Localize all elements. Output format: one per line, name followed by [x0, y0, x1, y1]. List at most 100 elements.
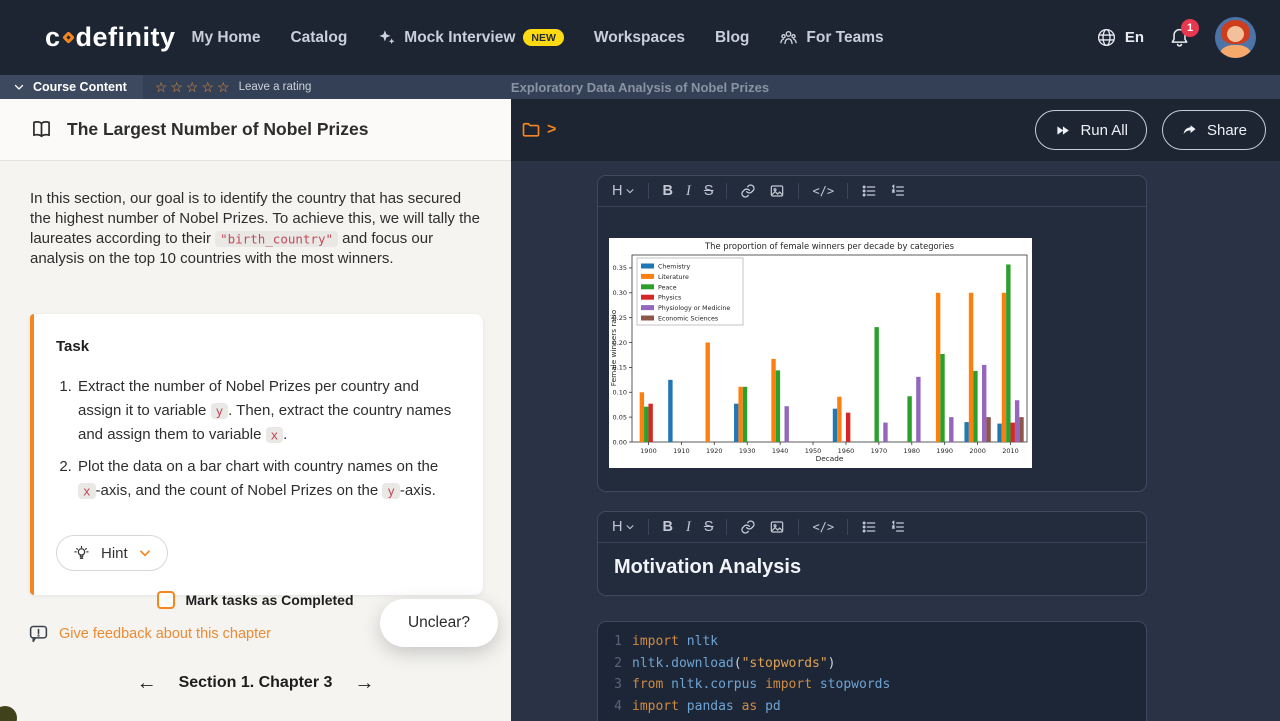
- code-line[interactable]: 4import pandas as pd: [598, 696, 1146, 718]
- workspace-buttons: Run All Share: [1035, 110, 1266, 150]
- toolbar-divider: [798, 183, 799, 199]
- bulleted-list-button[interactable]: [861, 519, 877, 535]
- hint-button[interactable]: Hint: [56, 535, 168, 571]
- strikethrough-button[interactable]: S: [704, 519, 714, 535]
- star-rating[interactable]: ☆☆☆☆☆: [155, 80, 233, 94]
- language-selector[interactable]: En: [1096, 27, 1144, 48]
- bulleted-list-button[interactable]: [861, 183, 877, 199]
- user-avatar[interactable]: [1215, 17, 1256, 58]
- bar: [743, 387, 747, 442]
- codefinity-logo[interactable]: c definity: [45, 22, 176, 53]
- nav-workspaces[interactable]: Workspaces: [594, 29, 685, 47]
- star-icon[interactable]: ☆: [201, 79, 217, 95]
- code-line[interactable]: 3from nltk.corpus import stopwords: [598, 674, 1146, 696]
- editor-toolbar: H B I S </>: [598, 176, 1146, 207]
- toolbar-divider: [798, 519, 799, 535]
- nav-blog[interactable]: Blog: [715, 29, 749, 47]
- course-content-menu[interactable]: Course Content: [0, 75, 143, 99]
- task-heading: Task: [56, 338, 459, 355]
- bulleted-list-icon: [861, 519, 877, 535]
- notifications-button[interactable]: 1: [1168, 26, 1191, 49]
- mark-completed-checkbox[interactable]: [157, 591, 175, 609]
- course-content-label: Course Content: [33, 80, 127, 94]
- svg-text:1990: 1990: [936, 447, 953, 455]
- italic-button[interactable]: I: [686, 519, 691, 536]
- course-bar: Course Content ☆☆☆☆☆ Leave a rating Expl…: [0, 75, 1280, 99]
- toolbar-divider: [726, 519, 727, 535]
- nav-catalog[interactable]: Catalog: [290, 29, 347, 47]
- bar: [964, 422, 968, 442]
- feedback-link[interactable]: Give feedback about this chapter: [28, 623, 271, 644]
- code-token: [757, 674, 765, 696]
- nav-mock-interview[interactable]: Mock Interview NEW: [377, 28, 564, 47]
- code-token: "stopwords": [742, 653, 828, 675]
- logo-diamond-icon: [62, 31, 75, 44]
- task-item: Plot the data on a bar chart with countr…: [76, 455, 459, 503]
- code-line[interactable]: 2nltk.download("stopwords"): [598, 653, 1146, 675]
- bar: [668, 380, 672, 442]
- strikethrough-button[interactable]: S: [704, 183, 714, 199]
- image-button[interactable]: [769, 519, 785, 535]
- unclear-button[interactable]: Unclear?: [380, 599, 498, 647]
- image-button[interactable]: [769, 183, 785, 199]
- bar: [940, 354, 944, 442]
- nav-mock-interview-label: Mock Interview: [404, 29, 515, 47]
- people-icon: [779, 28, 798, 47]
- chevron-down-icon: [138, 546, 152, 560]
- nav-for-teams[interactable]: For Teams: [779, 28, 883, 47]
- bold-button[interactable]: B: [662, 183, 672, 199]
- breadcrumb[interactable]: >: [521, 120, 556, 140]
- code-token: [843, 717, 851, 721]
- bar: [949, 417, 953, 442]
- next-chapter-arrow[interactable]: →: [354, 673, 374, 693]
- star-icon[interactable]: ☆: [186, 79, 202, 95]
- numbered-list-button[interactable]: [890, 519, 906, 535]
- star-icon[interactable]: ☆: [155, 79, 171, 95]
- code-token: [820, 717, 828, 721]
- lesson-body: In this section, our goal is to identify…: [0, 161, 511, 595]
- code-token: [812, 674, 820, 696]
- code-button[interactable]: </>: [812, 184, 834, 198]
- code-line[interactable]: 5import matplotlib.pyplot as plt: [598, 717, 1146, 721]
- nav-my-home[interactable]: My Home: [192, 29, 261, 47]
- text-segment: -axis, and the count of Nobel Prizes on …: [96, 482, 383, 499]
- code-line[interactable]: 1import nltk: [598, 631, 1146, 653]
- code-cell[interactable]: 1import nltk2nltk.download("stopwords")3…: [597, 621, 1147, 721]
- run-all-button[interactable]: Run All: [1035, 110, 1147, 150]
- italic-button[interactable]: I: [686, 183, 691, 200]
- lesson-panel: The Largest Number of Nobel Prizes In th…: [0, 99, 511, 721]
- text-segment: .: [283, 426, 287, 443]
- inline-code: y: [211, 403, 229, 419]
- toolbar-divider: [847, 183, 848, 199]
- bar: [997, 424, 1001, 442]
- svg-text:1920: 1920: [706, 447, 723, 455]
- link-button[interactable]: [740, 183, 756, 199]
- numbered-list-button[interactable]: [890, 183, 906, 199]
- link-button[interactable]: [740, 519, 756, 535]
- toolbar-divider: [726, 183, 727, 199]
- svg-text:2000: 2000: [969, 447, 986, 455]
- toolbar-divider: [648, 183, 649, 199]
- chat-widget[interactable]: [0, 706, 17, 721]
- prev-chapter-arrow[interactable]: ←: [137, 673, 157, 693]
- markdown-heading[interactable]: Motivation Analysis: [598, 543, 1146, 595]
- bold-button[interactable]: B: [662, 519, 672, 535]
- line-number: 2: [606, 653, 622, 675]
- code-token: [663, 674, 671, 696]
- chapter-nav-label: Section 1. Chapter 3: [179, 674, 333, 692]
- bar: [771, 359, 775, 442]
- lightbulb-icon: [72, 544, 91, 563]
- svg-text:Female winners ratio: Female winners ratio: [609, 309, 618, 386]
- code-button[interactable]: </>: [812, 520, 834, 534]
- star-icon[interactable]: ☆: [217, 79, 233, 95]
- code-token: (: [734, 653, 742, 675]
- star-icon[interactable]: ☆: [170, 79, 186, 95]
- bar: [837, 397, 841, 442]
- task-item: Extract the number of Nobel Prizes per c…: [76, 375, 459, 447]
- chapter-nav: ← Section 1. Chapter 3 →: [0, 673, 511, 693]
- svg-text:The proportion of female winne: The proportion of female winners per dec…: [704, 241, 954, 251]
- heading-button[interactable]: H: [612, 183, 635, 199]
- share-button[interactable]: Share: [1162, 110, 1266, 150]
- heading-button[interactable]: H: [612, 519, 635, 535]
- svg-text:Peace: Peace: [658, 284, 677, 291]
